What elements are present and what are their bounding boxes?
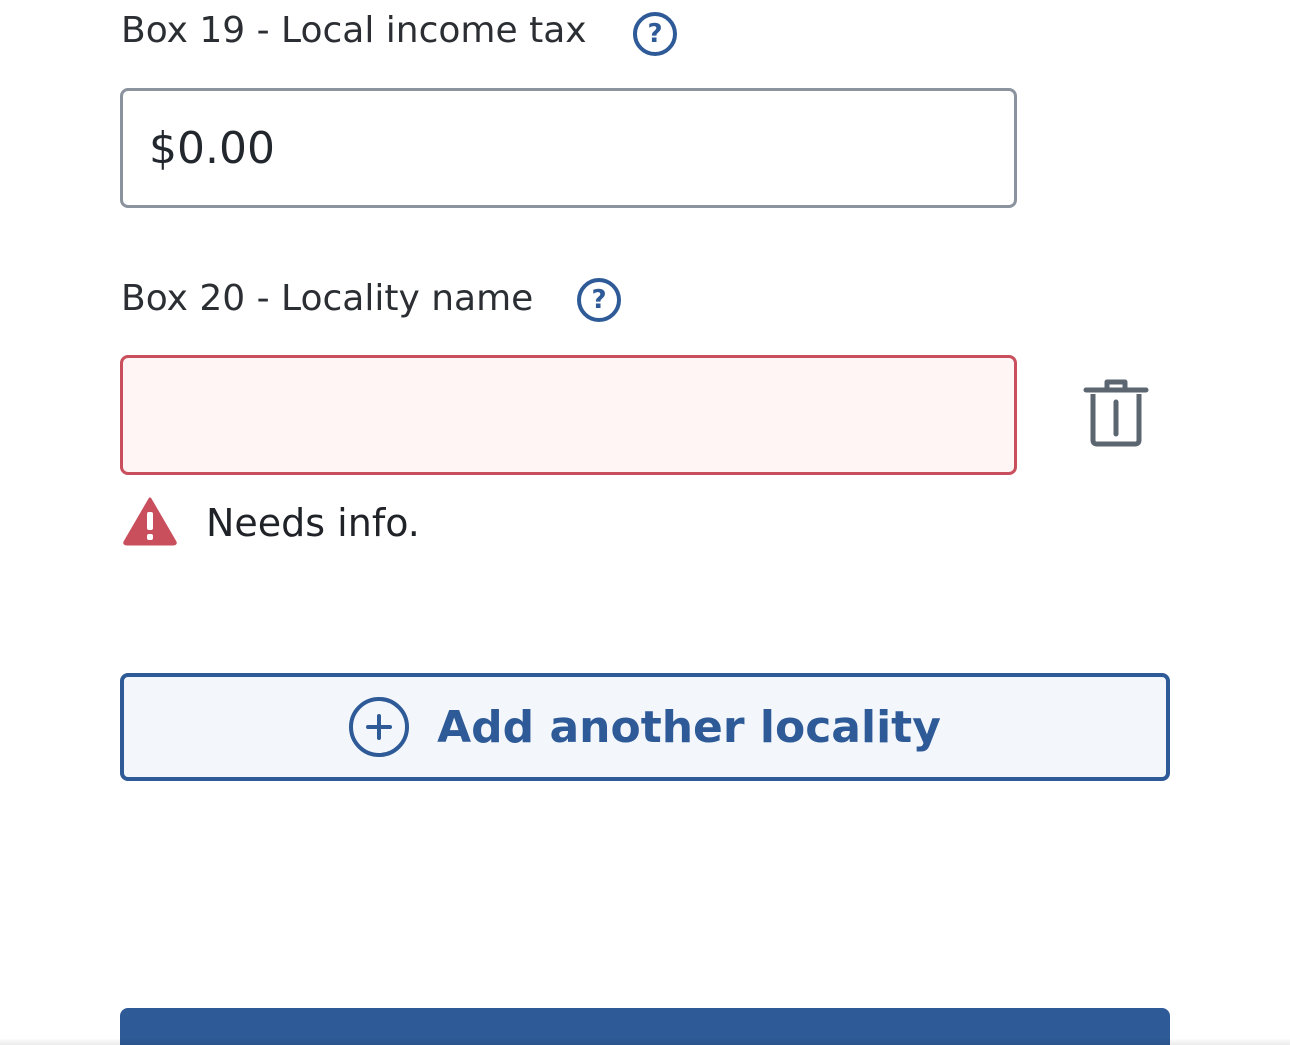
add-another-locality-button[interactable]: Add another locality — [120, 673, 1170, 781]
error-text: Needs info. — [206, 501, 420, 545]
warning-icon — [122, 496, 178, 550]
bottom-bar-shadow — [0, 1038, 1290, 1045]
form-page: Box 19 - Local income tax ? Box 20 - Loc… — [0, 0, 1290, 1045]
box20-help-icon[interactable]: ? — [577, 278, 621, 322]
box19-help-icon[interactable]: ? — [633, 12, 677, 56]
add-another-locality-label: Add another locality — [437, 701, 941, 753]
box19-label: Box 19 - Local income tax — [121, 10, 587, 51]
plus-circle-icon — [349, 697, 410, 757]
trash-icon[interactable] — [1082, 378, 1150, 448]
box20-locality-name-input[interactable] — [120, 355, 1017, 475]
box19-local-income-tax-input[interactable] — [120, 88, 1017, 208]
box20-error-message: Needs info. — [122, 496, 420, 550]
box20-label: Box 20 - Locality name — [121, 278, 534, 319]
